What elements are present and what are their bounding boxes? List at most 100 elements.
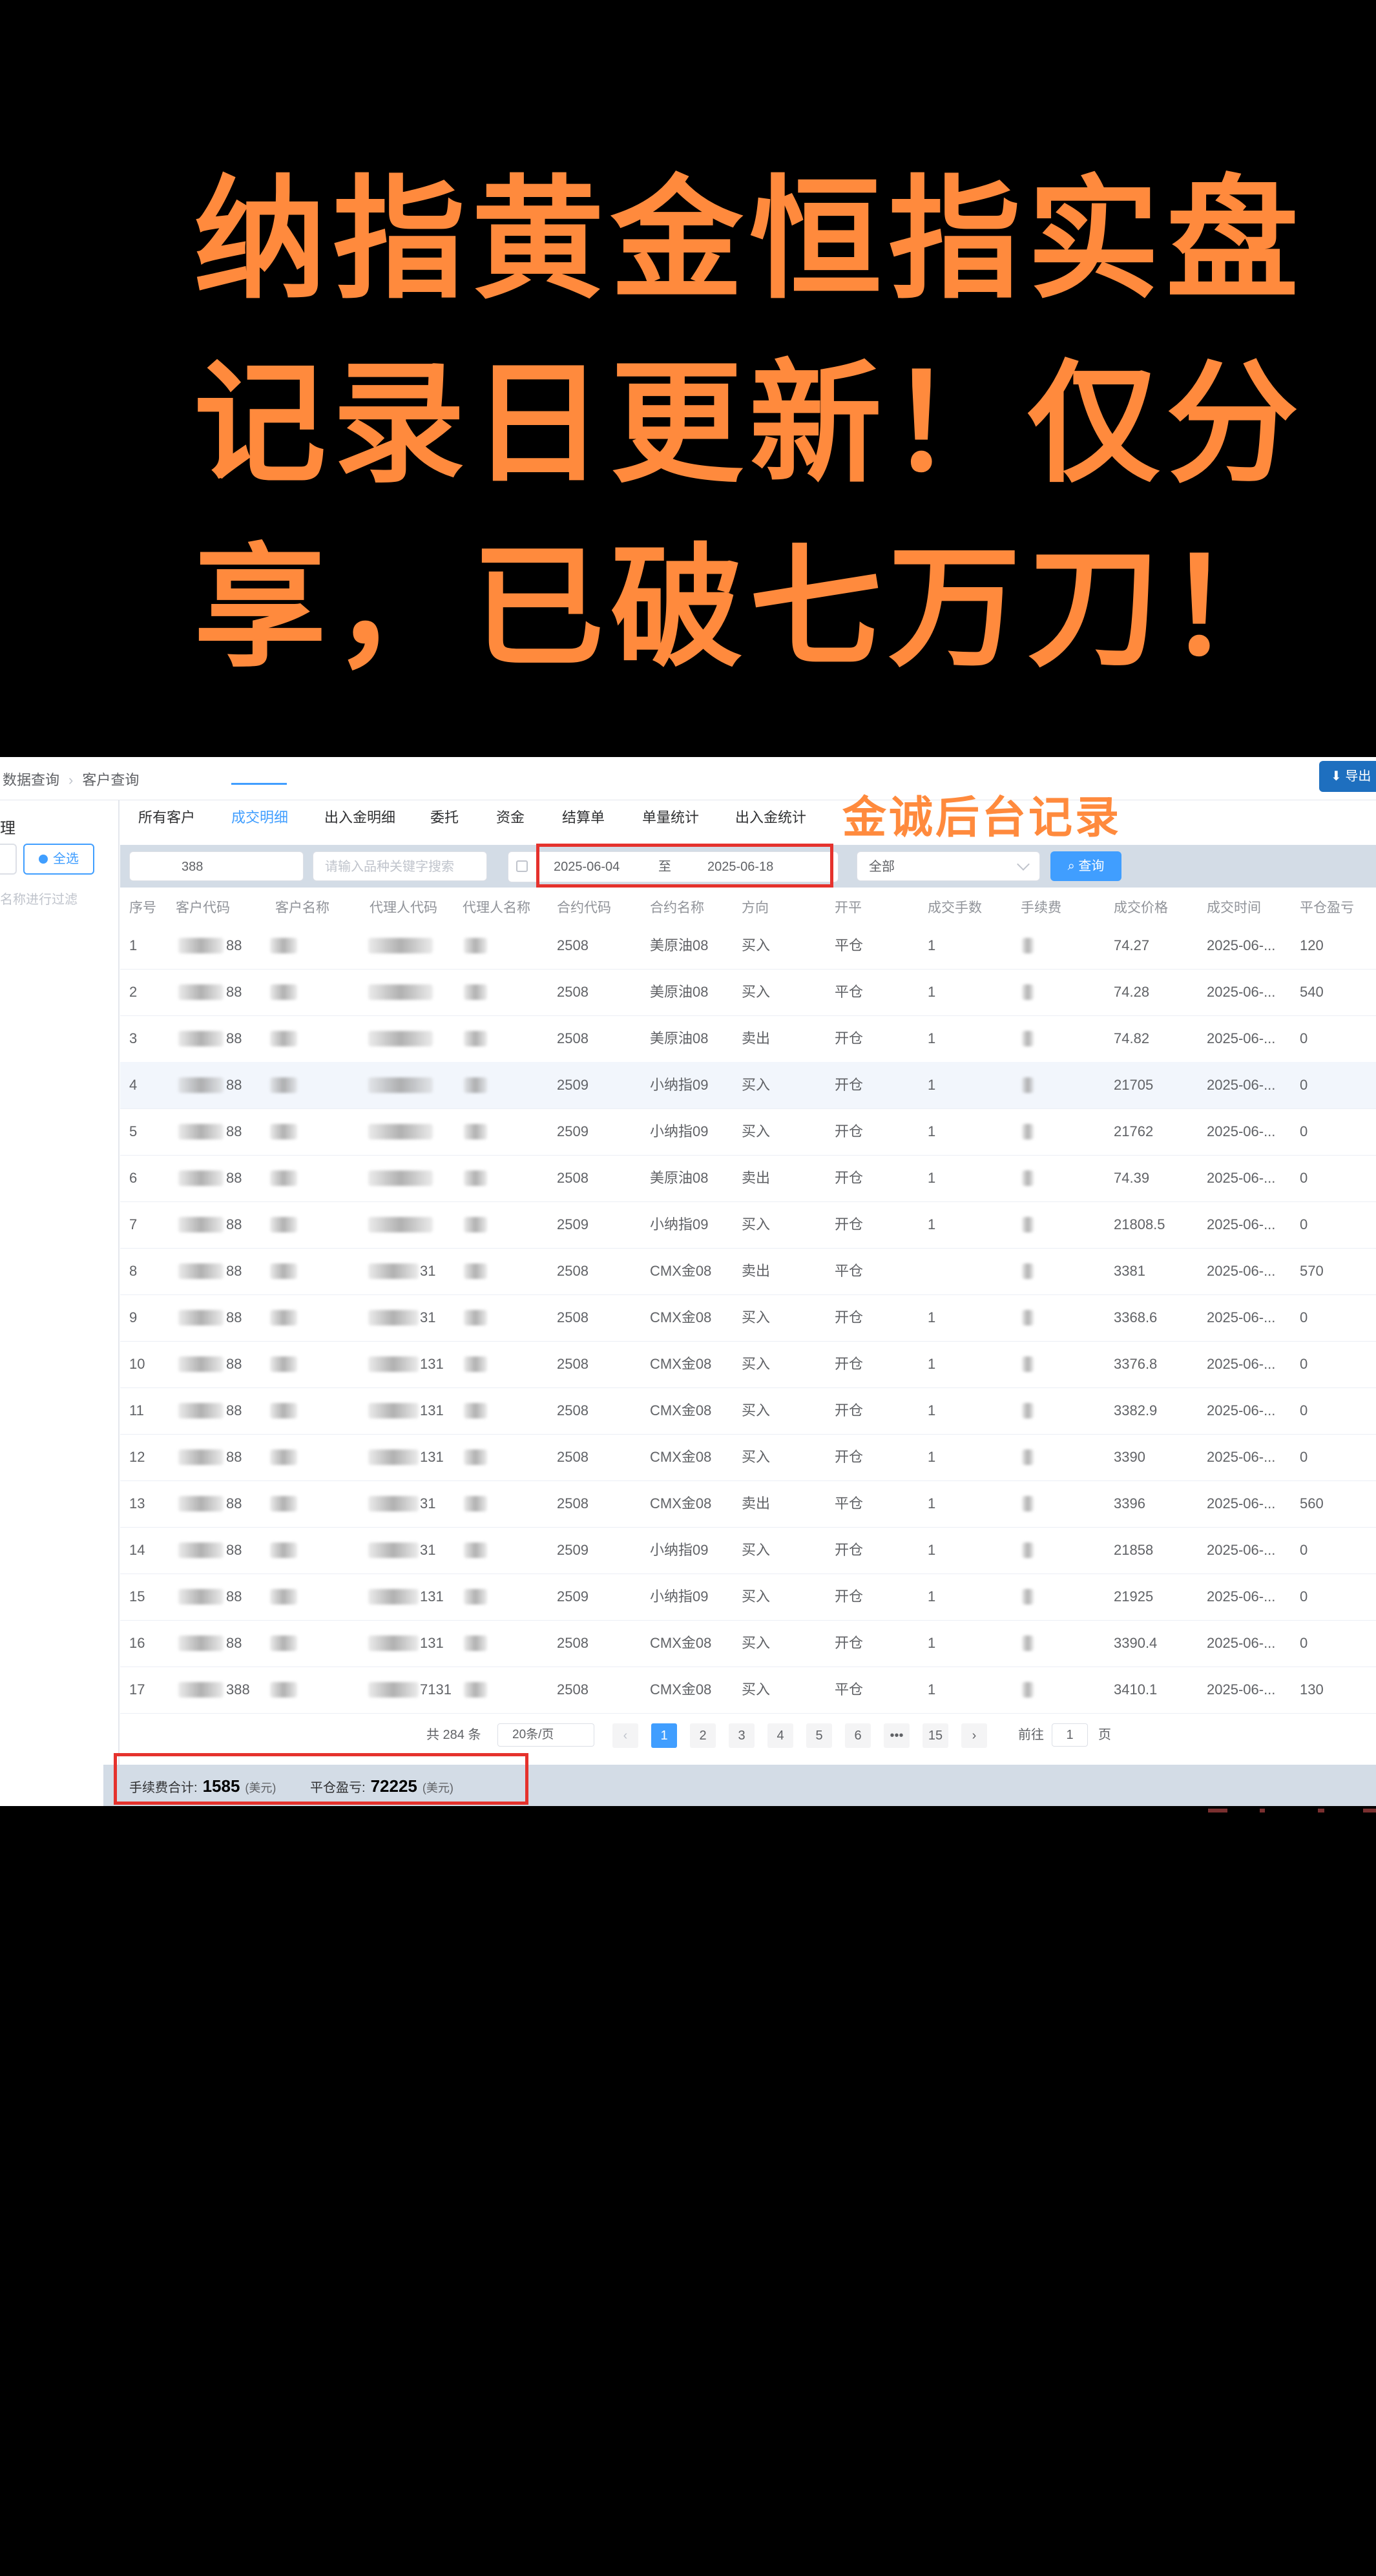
redacted-value bbox=[1022, 984, 1034, 1000]
cell-contract-name: 美原油08 bbox=[650, 1030, 709, 1046]
cell-quantity: 1 bbox=[928, 1495, 936, 1511]
table-row[interactable]: 15 88 131 2509 小纳指09 买入 开仓 1 21925 2025-06-... 0 bbox=[120, 1574, 1376, 1621]
tab-orders[interactable]: 委托 bbox=[430, 806, 459, 827]
header-col-contract-name: 合约名称 bbox=[650, 900, 704, 915]
table-row[interactable]: 16 88 131 2508 CMX金08 买入 开仓 1 3390.4 2025-06-... 0 bbox=[120, 1620, 1376, 1667]
prev-page-button[interactable]: ‹ bbox=[612, 1723, 638, 1748]
page-button-5[interactable]: 5 bbox=[806, 1723, 832, 1748]
redacted-value bbox=[464, 1217, 487, 1232]
table-row[interactable]: 17 388 7131 2508 CMX金08 买入 平仓 1 3410.1 2025-06-..… bbox=[120, 1667, 1376, 1714]
table-row[interactable]: 9 88 31 2508 CMX金08 买入 开仓 1 3368.6 2025-06-... 0 bbox=[120, 1294, 1376, 1342]
header-col-client-code: 客户代码 bbox=[176, 900, 230, 915]
cell-quantity: 1 bbox=[928, 1449, 936, 1465]
cell-index: 17 bbox=[129, 1681, 145, 1698]
tab-deposit-withdrawal-stats[interactable]: 出入金统计 bbox=[735, 806, 806, 827]
cell-direction: 买入 bbox=[742, 1216, 771, 1232]
redacted-value bbox=[464, 1170, 487, 1186]
direction-select-value: 全部 bbox=[869, 860, 895, 874]
cell-quantity: 1 bbox=[928, 1309, 936, 1325]
sidebar-filter-input[interactable] bbox=[0, 844, 17, 875]
table-row[interactable]: 10 88 131 2508 CMX金08 买入 开仓 1 3376.8 2025-06-... 0 bbox=[120, 1341, 1376, 1388]
table-row[interactable]: 14 88 31 2509 小纳指09 买入 开仓 1 21858 2025-06-... 0 bbox=[120, 1527, 1376, 1574]
cell-price: 74.82 bbox=[1114, 1030, 1150, 1046]
cell-quantity: 1 bbox=[928, 1216, 936, 1232]
cell-agent-code: 31 bbox=[420, 1495, 436, 1511]
page-button-2[interactable]: 2 bbox=[690, 1723, 716, 1748]
breadcrumb-item-data-query[interactable]: 数据查询 bbox=[3, 772, 59, 788]
tab-funds[interactable]: 资金 bbox=[496, 806, 525, 827]
table-row[interactable]: 4 88 2509 小纳指09 买入 开仓 1 21705 2025-06-... 0 bbox=[120, 1062, 1376, 1109]
table-row[interactable]: 11 88 131 2508 CMX金08 买入 开仓 1 3382.9 2025-06-... 0 bbox=[120, 1387, 1376, 1435]
table-row[interactable]: 3 88 2508 美原油08 卖出 开仓 1 74.82 2025-06-... 0 bbox=[120, 1015, 1376, 1063]
export-button[interactable]: ⬇ 导出 bbox=[1319, 761, 1376, 792]
cell-quantity: 1 bbox=[928, 1030, 936, 1046]
next-page-button[interactable]: › bbox=[961, 1723, 987, 1748]
cell-client-code: 88 bbox=[226, 1495, 242, 1511]
cell-open-close: 平仓 bbox=[835, 937, 864, 953]
redacted-value bbox=[1022, 1589, 1034, 1605]
page-button-1[interactable]: 1 bbox=[651, 1723, 677, 1748]
table-row[interactable]: 6 88 2508 美原油08 卖出 开仓 1 74.39 2025-06-... 0 bbox=[120, 1155, 1376, 1202]
tab-all-clients[interactable]: 所有客户 bbox=[138, 806, 195, 827]
cell-open-close: 平仓 bbox=[835, 1495, 864, 1511]
table-row[interactable]: 13 88 31 2508 CMX金08 卖出 平仓 1 3396 2025-06-... 560 bbox=[120, 1480, 1376, 1528]
cell-direction: 卖出 bbox=[742, 1030, 771, 1046]
query-button[interactable]: ⌕ 查询 bbox=[1050, 851, 1121, 881]
cell-price: 3381 bbox=[1114, 1263, 1145, 1279]
page-size-select[interactable]: 20条/页 bbox=[497, 1723, 594, 1747]
cell-contract-name: 小纳指09 bbox=[650, 1077, 709, 1093]
cell-client-code: 88 bbox=[226, 1030, 242, 1046]
table-row[interactable]: 5 88 2509 小纳指09 买入 开仓 1 21762 2025-06-... 0 bbox=[120, 1108, 1376, 1156]
cell-client-code: 88 bbox=[226, 1077, 242, 1093]
cell-direction: 买入 bbox=[742, 984, 771, 1000]
cell-close-pnl: 560 bbox=[1300, 1495, 1324, 1511]
cell-client-code: 88 bbox=[226, 937, 242, 953]
cell-contract-name: CMX金08 bbox=[650, 1681, 712, 1698]
table-row[interactable]: 2 88 2508 美原油08 买入 平仓 1 74.28 2025-06-... 540 bbox=[120, 969, 1376, 1016]
redacted-value bbox=[464, 1031, 487, 1046]
keyword-search-input[interactable]: 请输入品种关键字搜索 bbox=[313, 851, 487, 881]
redacted-value bbox=[178, 1589, 224, 1605]
table-row[interactable]: 1 88 2508 美原油08 买入 平仓 1 74.27 2025-06-... 120 bbox=[120, 922, 1376, 970]
cell-close-pnl: 0 bbox=[1300, 1077, 1308, 1093]
tab-deposit-withdrawal-details[interactable]: 出入金明细 bbox=[324, 806, 395, 827]
direction-select[interactable]: 全部 bbox=[857, 851, 1040, 881]
cell-index: 9 bbox=[129, 1309, 138, 1325]
cell-open-close: 开仓 bbox=[835, 1635, 864, 1651]
table-row[interactable]: 8 88 31 2508 CMX金08 卖出 平仓 3381 2025-06-... 570 bbox=[120, 1248, 1376, 1295]
cell-time: 2025-06-... bbox=[1207, 1356, 1276, 1372]
top-bar: 数据查询 › 客户查询 ⬇ 导出 bbox=[0, 757, 1376, 800]
tab-volume-stats[interactable]: 单量统计 bbox=[642, 806, 699, 827]
cell-price: 3396 bbox=[1114, 1495, 1145, 1511]
page-button-3[interactable]: 3 bbox=[729, 1723, 755, 1748]
redacted-value bbox=[464, 1124, 487, 1139]
cell-time: 2025-06-... bbox=[1207, 1216, 1276, 1232]
tab-settlement[interactable]: 结算单 bbox=[562, 806, 605, 827]
page-button-6[interactable]: 6 bbox=[845, 1723, 871, 1748]
cell-index: 11 bbox=[129, 1402, 144, 1418]
redacted-value bbox=[368, 1682, 419, 1698]
table-row[interactable]: 12 88 131 2508 CMX金08 买入 开仓 1 3390 2025-06-... 0 bbox=[120, 1434, 1376, 1481]
redacted-value bbox=[178, 1449, 224, 1465]
header-col-fee: 手续费 bbox=[1021, 900, 1061, 915]
redacted-value bbox=[464, 1542, 487, 1558]
cell-quantity: 1 bbox=[928, 1635, 936, 1651]
page-button-4[interactable]: 4 bbox=[767, 1723, 793, 1748]
page-button-15[interactable]: 15 bbox=[923, 1723, 948, 1748]
cell-close-pnl: 120 bbox=[1300, 937, 1324, 953]
cell-open-close: 平仓 bbox=[835, 1263, 864, 1279]
calendar-icon bbox=[516, 860, 528, 872]
redacted-value bbox=[270, 1449, 297, 1465]
tab-trade-details[interactable]: 成交明细 bbox=[231, 806, 288, 827]
cell-price: 21808.5 bbox=[1114, 1216, 1165, 1232]
client-code-input[interactable]: 388 bbox=[129, 851, 304, 881]
redacted-value bbox=[1022, 938, 1034, 953]
chevron-down-icon bbox=[1017, 858, 1030, 871]
page-ellipsis-button[interactable]: ••• bbox=[884, 1723, 910, 1748]
redacted-value bbox=[178, 1077, 224, 1093]
goto-page-input[interactable]: 1 bbox=[1052, 1723, 1088, 1747]
cell-contract-code: 2508 bbox=[557, 1495, 589, 1511]
select-all-button[interactable]: 全选 bbox=[23, 844, 94, 875]
table-row[interactable]: 7 88 2509 小纳指09 买入 开仓 1 21808.5 2025-06-... 0 bbox=[120, 1201, 1376, 1249]
cell-time: 2025-06-... bbox=[1207, 984, 1276, 1000]
